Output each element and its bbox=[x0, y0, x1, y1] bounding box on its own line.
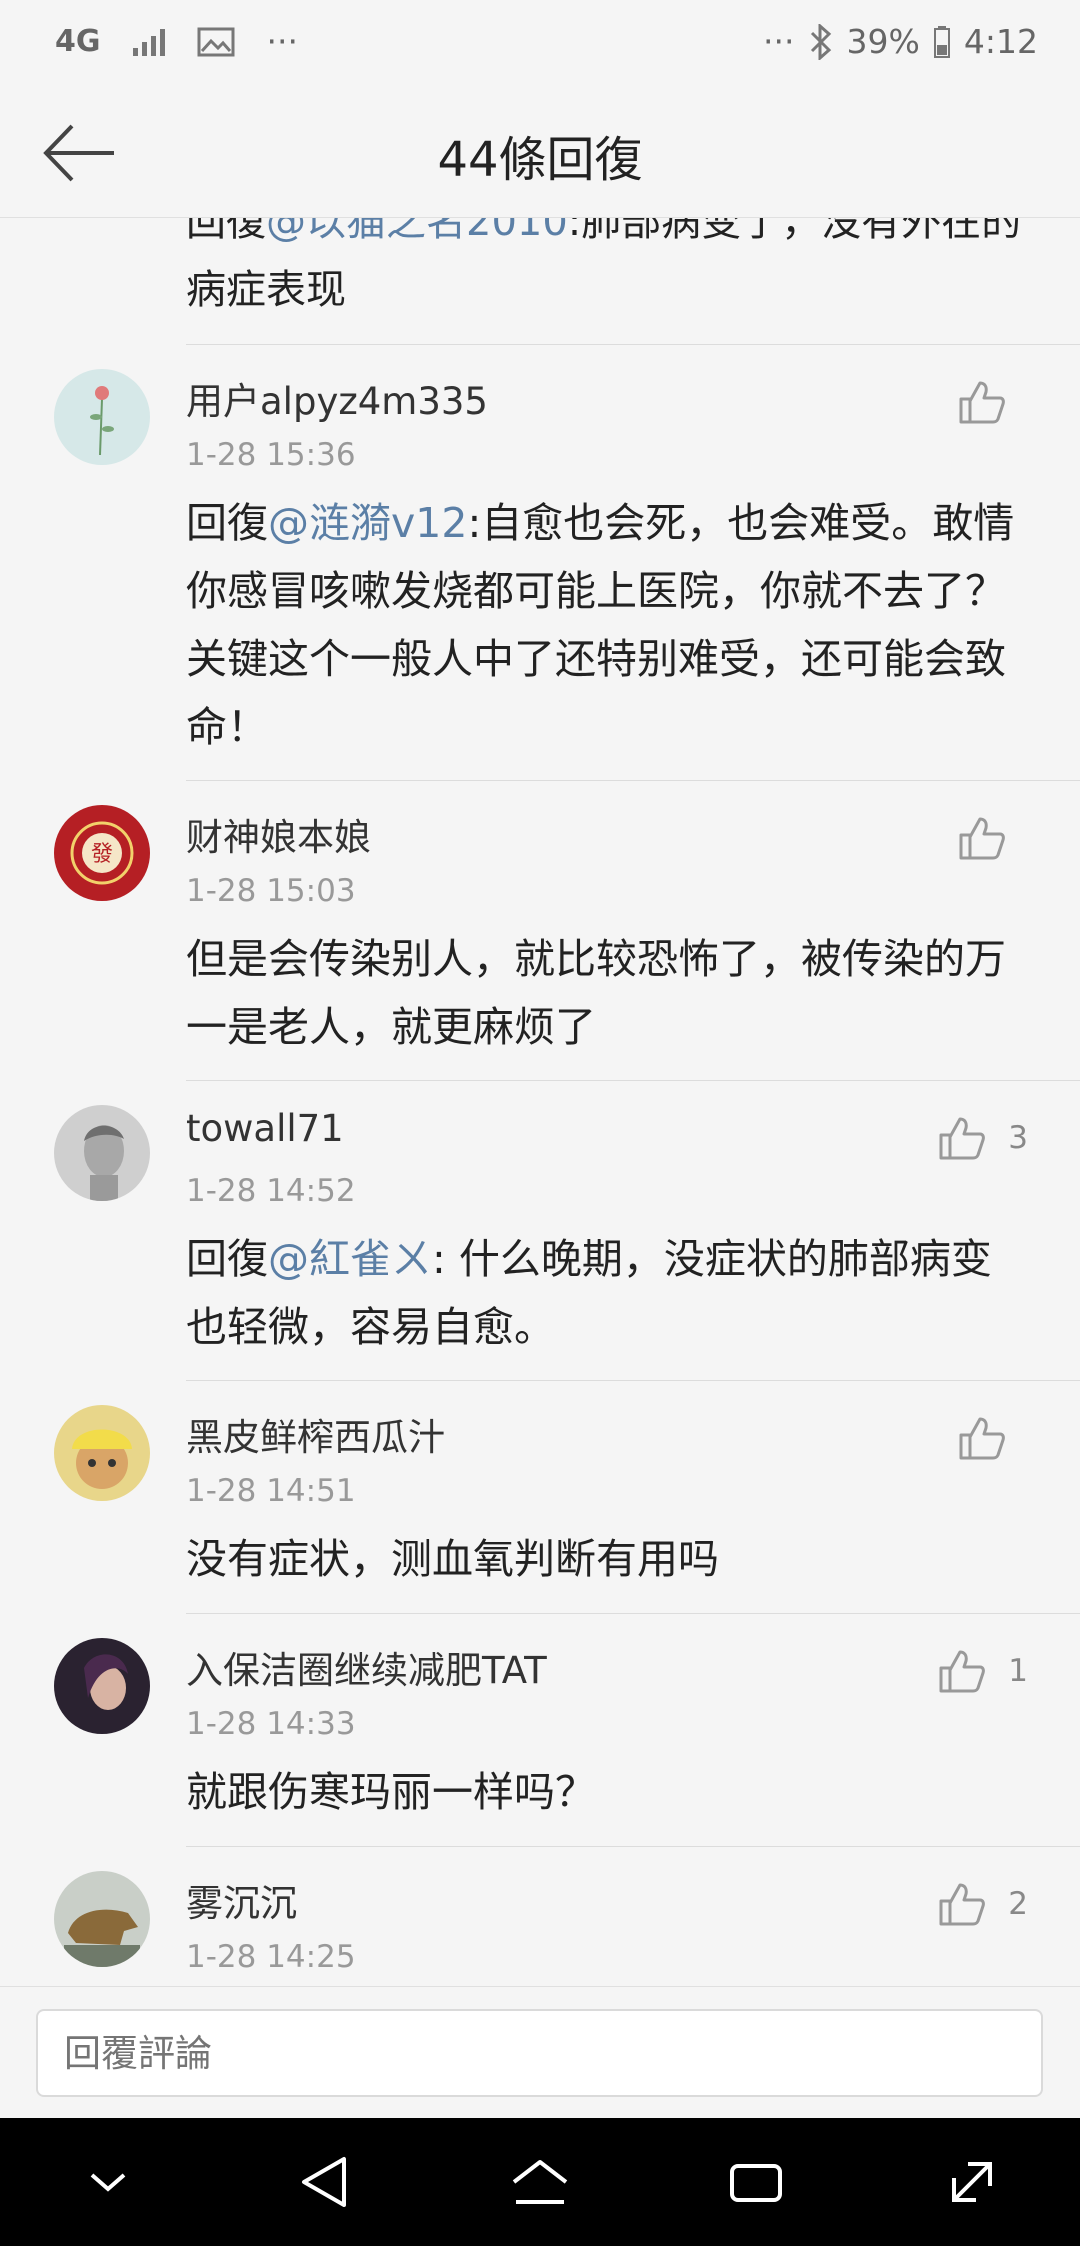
like-button[interactable] bbox=[958, 1415, 1028, 1461]
comment-item: 用户alpyz4m335 1-28 15:36 回復@涟漪v12:自愈也会死，也… bbox=[0, 345, 1080, 781]
comment-item: 發 财神娘本娘 1-28 15:03 但是会传染别人，就比较恐怖了，被传染的万一… bbox=[0, 781, 1080, 1081]
thumbs-up-icon bbox=[959, 381, 1005, 424]
status-bar: 4G ··· ··· 39% 4:12 bbox=[0, 0, 1080, 92]
comment-content: 就跟伤寒玛丽一样吗？ bbox=[186, 1758, 1028, 1826]
recents-icon bbox=[730, 2164, 782, 2202]
expand-icon bbox=[952, 2162, 992, 2202]
status-overflow-left: ··· bbox=[266, 22, 298, 61]
comment-item: 入保洁圈继续减肥TAT 1-28 14:33 1 就跟伤寒玛丽一样吗？ bbox=[0, 1614, 1080, 1847]
comment-content: 但是会传染别人，就比较恐怖了，被传染的万一是老人，就更麻烦了 bbox=[186, 925, 1028, 1061]
timestamp: 1-28 14:33 bbox=[186, 1706, 356, 1742]
partial-comment-content: 回復@以猫之名2010:肺部病变了，没有外在的病症表现 bbox=[186, 218, 1050, 324]
like-button[interactable] bbox=[958, 815, 1028, 861]
comment-text: 没有症状，测血氧判断有用吗 bbox=[186, 1535, 719, 1583]
comment-content: 回復@涟漪v12:自愈也会死，也会难受。敢情你感冒咳嗽发烧都可能上医院，你就不去… bbox=[186, 489, 1028, 761]
like-button[interactable]: 3 bbox=[938, 1115, 1028, 1161]
comment-content: 没有症状，测血氧判断有用吗 bbox=[186, 1525, 1028, 1593]
reply-bar bbox=[0, 1986, 1080, 2118]
timestamp: 1-28 15:36 bbox=[186, 437, 356, 473]
bluetooth-icon bbox=[810, 23, 831, 60]
like-count: 1 bbox=[1008, 1653, 1028, 1689]
reply-prefix: 回復 bbox=[186, 499, 268, 547]
nav-recents-button[interactable] bbox=[711, 2137, 801, 2227]
comment-item: towall71 1-28 14:52 3 回復@紅雀ㄨ: 什么晚期，没症状的肺… bbox=[0, 1081, 1080, 1381]
like-count: 2 bbox=[1008, 1886, 1028, 1922]
mention-link[interactable]: @涟漪v12 bbox=[268, 499, 467, 547]
system-nav-bar bbox=[0, 2118, 1080, 2246]
comment-list[interactable]: 回復@以猫之名2010:肺部病变了，没有外在的病症表现 用户alpyz4m335… bbox=[0, 218, 1080, 1986]
avatar[interactable] bbox=[54, 1405, 150, 1501]
username[interactable]: 用户alpyz4m335 bbox=[186, 371, 488, 425]
comment-item: 雾沉沉 1-28 14:25 2 bbox=[0, 1847, 1080, 1986]
status-overflow-right: ··· bbox=[763, 22, 795, 61]
avatar[interactable] bbox=[54, 1638, 150, 1734]
nav-back-button[interactable] bbox=[279, 2137, 369, 2227]
avatar[interactable]: 發 bbox=[54, 805, 150, 901]
comment-text: 但是会传染别人，就比较恐怖了，被传染的万一是老人，就更麻烦了 bbox=[186, 935, 1006, 1051]
nav-collapse-button[interactable] bbox=[63, 2137, 153, 2227]
battery-icon bbox=[933, 25, 950, 58]
like-count: 3 bbox=[1008, 1120, 1028, 1156]
username[interactable]: 雾沉沉 bbox=[186, 1873, 297, 1927]
like-button[interactable] bbox=[958, 379, 1028, 425]
comment-text: 就跟伤寒玛丽一样吗？ bbox=[186, 1768, 596, 1816]
like-button[interactable]: 2 bbox=[938, 1881, 1028, 1927]
home-icon bbox=[512, 2160, 568, 2204]
mention-link[interactable]: @以猫之名2010 bbox=[266, 218, 568, 245]
thumbs-up-icon bbox=[959, 817, 1005, 860]
like-button[interactable]: 1 bbox=[938, 1648, 1028, 1694]
battery-percent: 39% bbox=[846, 22, 920, 61]
header: 44條回復 bbox=[0, 92, 1080, 218]
timestamp: 1-28 14:25 bbox=[186, 1939, 356, 1975]
username[interactable]: towall71 bbox=[186, 1107, 344, 1150]
avatar[interactable] bbox=[54, 1105, 150, 1201]
signal-icon bbox=[132, 28, 165, 56]
chevron-down-icon bbox=[90, 2173, 126, 2192]
thumbs-up-icon bbox=[959, 1417, 1005, 1460]
mention-link[interactable]: @紅雀ㄨ bbox=[268, 1235, 432, 1283]
reply-prefix: 回復 bbox=[186, 1235, 268, 1283]
username[interactable]: 财神娘本娘 bbox=[186, 807, 371, 861]
thumbs-up-icon bbox=[939, 1650, 986, 1693]
username[interactable]: 黑皮鲜榨西瓜汁 bbox=[186, 1407, 445, 1461]
thumbs-up-icon bbox=[939, 1883, 986, 1926]
gallery-icon bbox=[197, 27, 234, 56]
avatar[interactable] bbox=[54, 369, 150, 465]
network-type: 4G bbox=[55, 24, 101, 59]
reply-prefix: 回復 bbox=[186, 218, 266, 245]
clock: 4:12 bbox=[963, 22, 1038, 61]
nav-home-button[interactable] bbox=[495, 2137, 585, 2227]
comment-item: 黑皮鲜榨西瓜汁 1-28 14:51 没有症状，测血氧判断有用吗 bbox=[0, 1381, 1080, 1614]
nav-expand-button[interactable] bbox=[927, 2137, 1017, 2227]
thumbs-up-icon bbox=[939, 1117, 986, 1160]
timestamp: 1-28 14:51 bbox=[186, 1473, 356, 1509]
reply-input[interactable] bbox=[36, 2009, 1043, 2097]
username[interactable]: 入保洁圈继续减肥TAT bbox=[186, 1640, 547, 1694]
comment-content: 回復@紅雀ㄨ: 什么晚期，没症状的肺部病变也轻微，容易自愈。 bbox=[186, 1225, 1028, 1361]
back-triangle-icon bbox=[302, 2157, 346, 2207]
timestamp: 1-28 15:03 bbox=[186, 873, 356, 909]
page-title: 44條回復 bbox=[437, 132, 643, 188]
svg-text:發: 發 bbox=[91, 842, 113, 867]
timestamp: 1-28 14:52 bbox=[186, 1173, 356, 1209]
avatar[interactable] bbox=[54, 1871, 150, 1967]
